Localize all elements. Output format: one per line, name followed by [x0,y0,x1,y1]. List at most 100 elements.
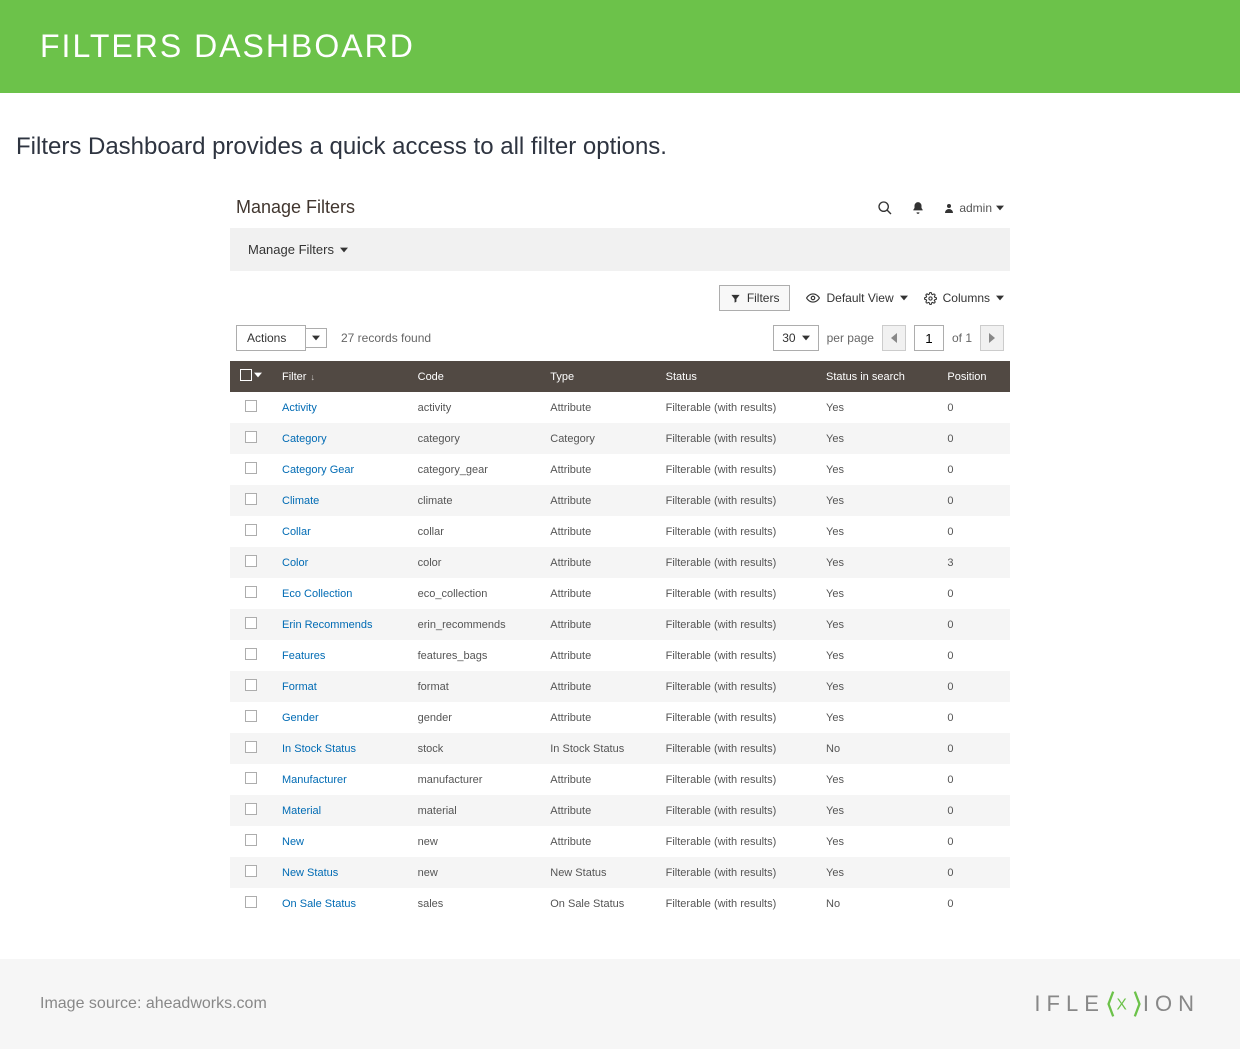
next-page-button[interactable] [980,325,1004,351]
row-checkbox[interactable] [245,896,257,908]
cell-type: New Status [540,857,655,888]
filter-link[interactable]: Eco Collection [282,588,352,600]
col-position[interactable]: Position [937,361,1010,392]
cell-position: 0 [937,733,1010,764]
row-checkbox[interactable] [245,803,257,815]
cell-code: category_gear [408,454,541,485]
per-page-value: 30 [782,331,795,345]
cell-type: Category [540,423,655,454]
row-checkbox[interactable] [245,431,257,443]
filter-link[interactable]: Category [282,433,327,445]
panel-title: Manage Filters [236,197,355,218]
filter-link[interactable]: Erin Recommends [282,619,372,631]
row-checkbox[interactable] [245,555,257,567]
cell-type: In Stock Status [540,733,655,764]
filters-button[interactable]: Filters [719,285,791,311]
cell-status-search: Yes [816,764,937,795]
cell-status-search: No [816,733,937,764]
sub-bar-dropdown[interactable]: Manage Filters [248,242,348,257]
cell-status-search: Yes [816,702,937,733]
row-checkbox[interactable] [245,617,257,629]
cell-status: Filterable (with results) [656,702,816,733]
table-row: NewnewAttributeFilterable (with results)… [230,826,1010,857]
user-menu[interactable]: admin [943,201,1004,215]
filter-link[interactable]: Climate [282,495,319,507]
col-type[interactable]: Type [540,361,655,392]
cell-status: Filterable (with results) [656,795,816,826]
cell-status-search: Yes [816,423,937,454]
filter-link[interactable]: Color [282,557,308,569]
chevron-down-icon [340,246,348,254]
filter-link[interactable]: On Sale Status [282,898,356,910]
banner-title: FILTERS DASHBOARD [40,28,1200,65]
cell-code: erin_recommends [408,609,541,640]
chevron-down-icon [996,204,1004,212]
cell-type: Attribute [540,671,655,702]
row-checkbox[interactable] [245,772,257,784]
columns-dropdown[interactable]: Columns [924,291,1004,305]
cell-code: stock [408,733,541,764]
page-banner: FILTERS DASHBOARD [0,0,1240,93]
filter-link[interactable]: New Status [282,867,338,879]
row-checkbox[interactable] [245,493,257,505]
row-checkbox[interactable] [245,586,257,598]
filter-link[interactable]: Collar [282,526,311,538]
filter-link[interactable]: New [282,836,304,848]
col-code[interactable]: Code [408,361,541,392]
cell-status-search: Yes [816,795,937,826]
sort-indicator: ↓ [310,372,315,382]
page-input[interactable] [914,325,944,351]
select-all-checkbox[interactable] [240,369,252,381]
footer-source: Image source: aheadworks.com [40,995,267,1013]
cell-position: 0 [937,609,1010,640]
per-page-select[interactable]: 30 [773,325,818,351]
columns-label: Columns [943,291,990,305]
cell-type: On Sale Status [540,888,655,919]
default-view-dropdown[interactable]: Default View [806,291,907,305]
bell-icon[interactable] [911,201,925,215]
cell-status: Filterable (with results) [656,609,816,640]
col-status-search[interactable]: Status in search [816,361,937,392]
page-total: of 1 [952,331,972,345]
filter-link[interactable]: Manufacturer [282,774,347,786]
intro-text: Filters Dashboard provides a quick acces… [16,133,1224,161]
filter-link[interactable]: Gender [282,712,319,724]
cell-status-search: Yes [816,516,937,547]
table-row: ActivityactivityAttributeFilterable (wit… [230,392,1010,423]
row-checkbox[interactable] [245,462,257,474]
search-icon[interactable] [877,200,893,216]
cell-code: gender [408,702,541,733]
cell-type: Attribute [540,795,655,826]
table-row: On Sale StatussalesOn Sale StatusFiltera… [230,888,1010,919]
eye-icon [806,291,820,305]
cell-position: 0 [937,826,1010,857]
col-status[interactable]: Status [656,361,816,392]
row-checkbox[interactable] [245,710,257,722]
row-checkbox[interactable] [245,400,257,412]
filter-link[interactable]: Activity [282,402,317,414]
cell-position: 3 [937,547,1010,578]
cell-type: Attribute [540,485,655,516]
cell-code: collar [408,516,541,547]
filter-link[interactable]: Category Gear [282,464,354,476]
cell-status: Filterable (with results) [656,764,816,795]
prev-page-button[interactable] [882,325,906,351]
select-all-header[interactable] [230,361,272,392]
filter-link[interactable]: In Stock Status [282,743,356,755]
actions-select-caret[interactable] [306,328,327,348]
row-checkbox[interactable] [245,524,257,536]
row-checkbox[interactable] [245,648,257,660]
row-checkbox[interactable] [245,834,257,846]
row-checkbox[interactable] [245,865,257,877]
actions-select[interactable]: Actions [236,325,327,351]
col-filter[interactable]: Filter↓ [272,361,408,392]
cell-type: Attribute [540,578,655,609]
row-checkbox[interactable] [245,679,257,691]
table-row: ManufacturermanufacturerAttributeFiltera… [230,764,1010,795]
cell-status-search: Yes [816,454,937,485]
row-checkbox[interactable] [245,741,257,753]
cell-code: category [408,423,541,454]
filter-link[interactable]: Format [282,681,317,693]
filter-link[interactable]: Features [282,650,325,662]
filter-link[interactable]: Material [282,805,321,817]
